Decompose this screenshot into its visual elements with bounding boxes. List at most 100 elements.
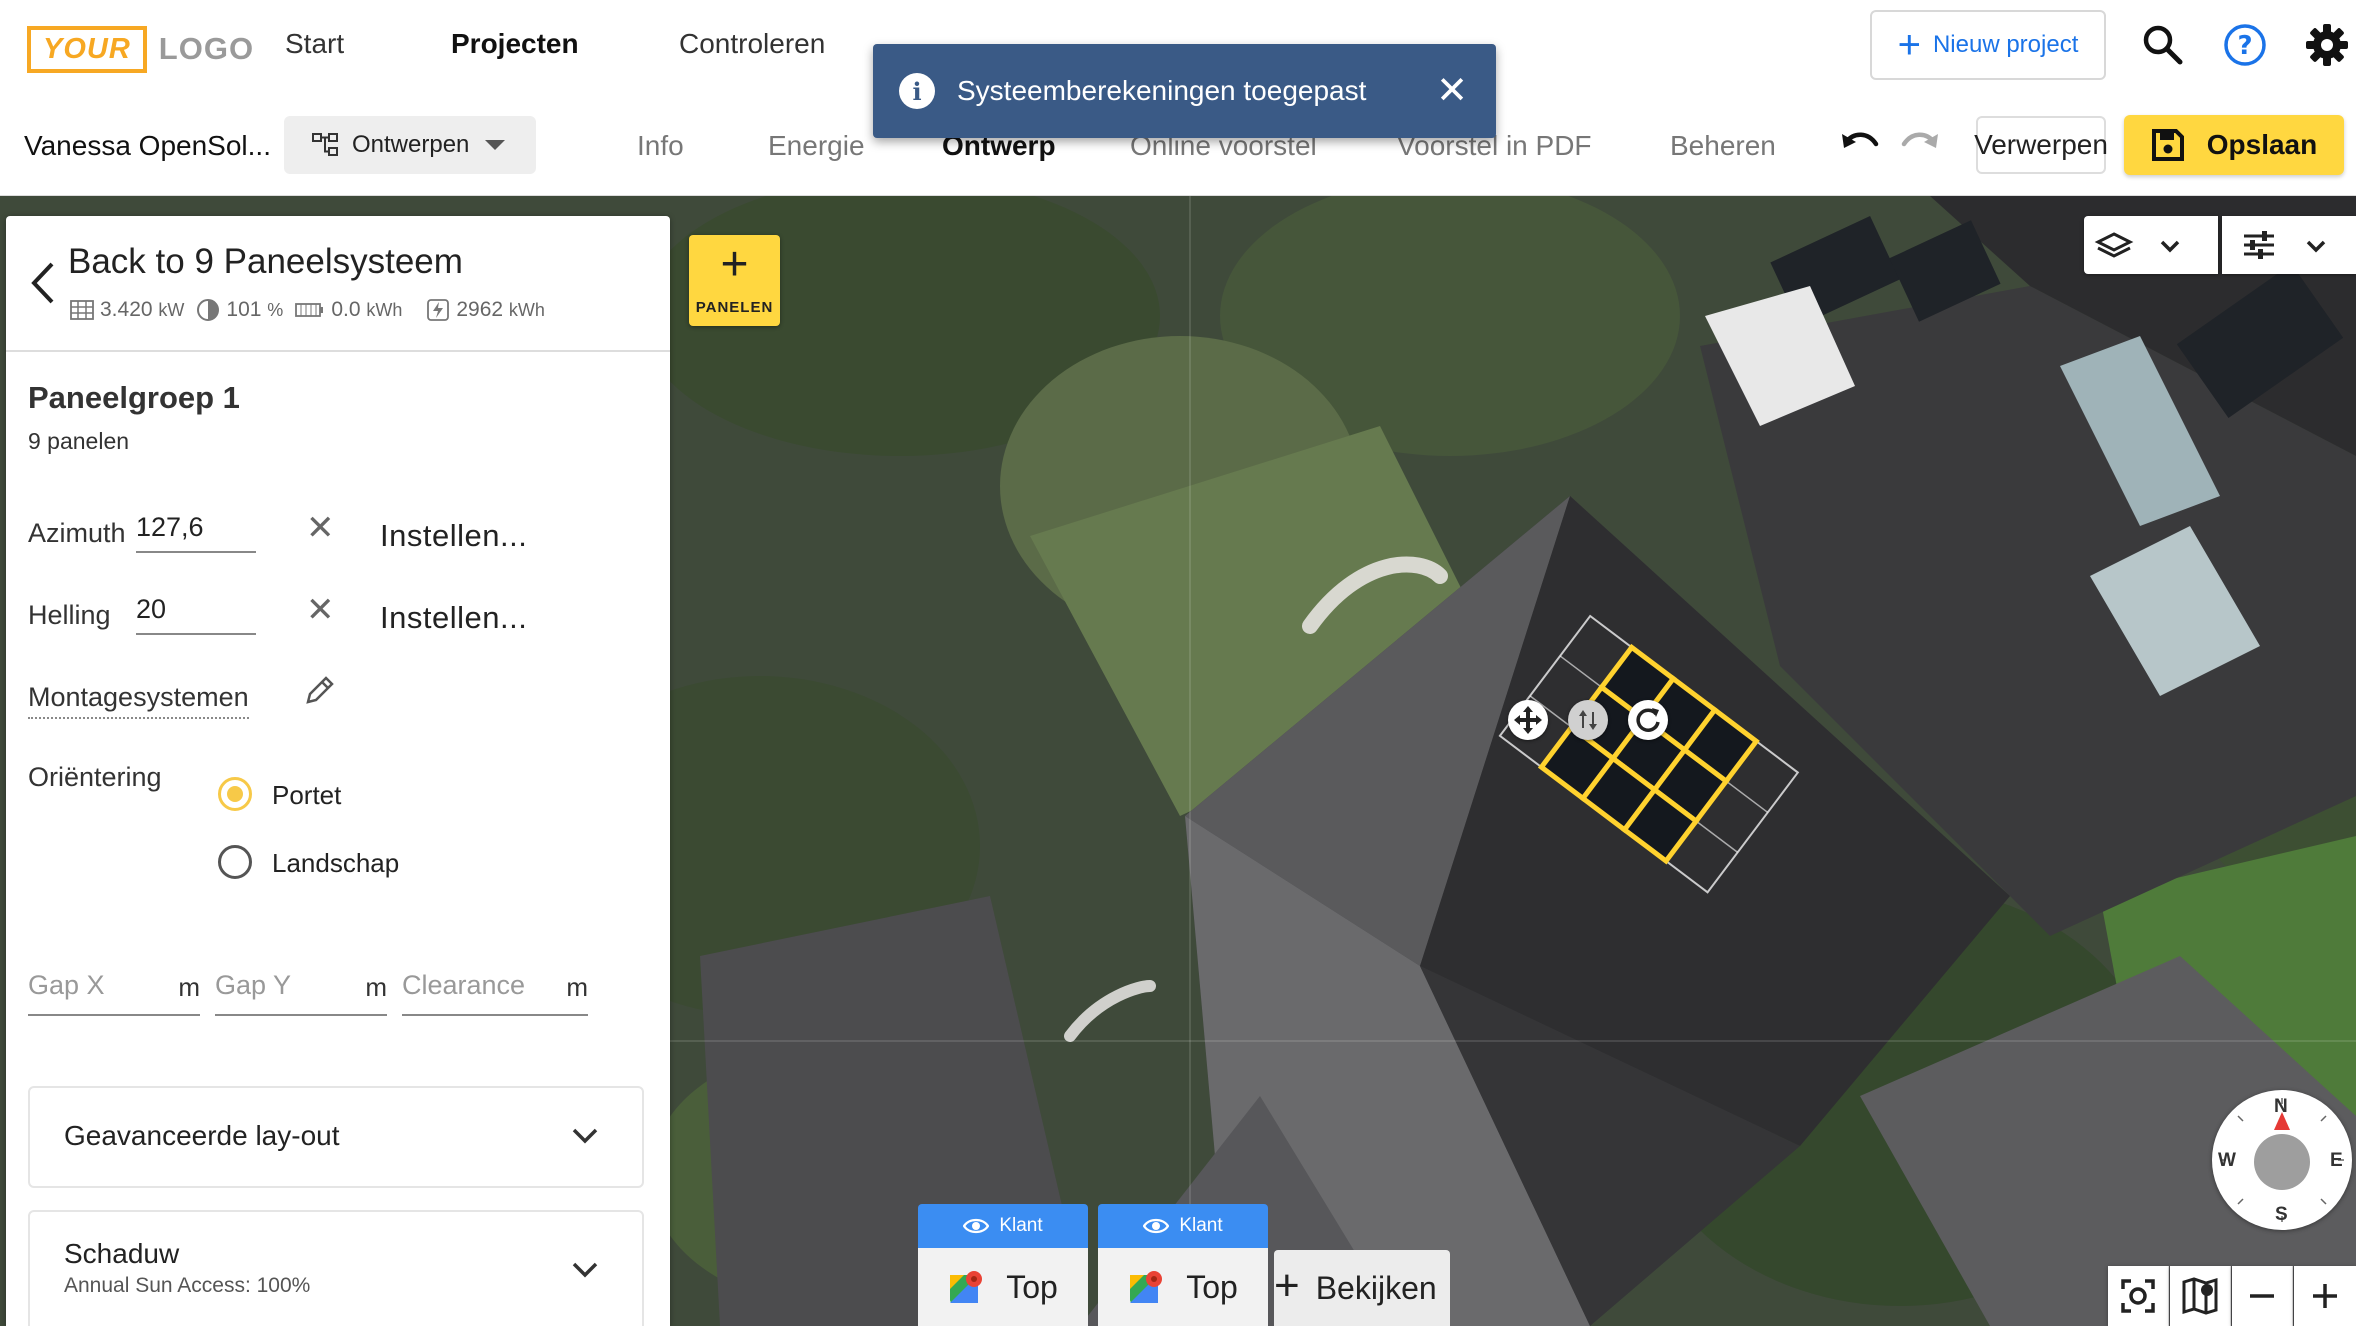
gap-y-placeholder: Gap Y bbox=[215, 970, 292, 1000]
new-project-label: Nieuw project bbox=[1932, 31, 2079, 58]
add-panels-label: PANELEN bbox=[695, 299, 774, 316]
search-icon[interactable] bbox=[2138, 20, 2188, 70]
advanced-layout-accordion[interactable]: Geavanceerde lay-out bbox=[28, 1086, 644, 1188]
floppy-disk-icon bbox=[2151, 129, 2184, 161]
radio-portrait-label[interactable]: Portet bbox=[272, 780, 341, 811]
panel-group-title: Paneelgroep 1 bbox=[28, 380, 240, 415]
rotate-handle[interactable] bbox=[1628, 700, 1668, 740]
minus-icon bbox=[2250, 1294, 2274, 1298]
tree-structure-icon bbox=[312, 133, 338, 156]
compass-south: S bbox=[2275, 1204, 2288, 1225]
add-panels-button[interactable]: + PANELEN bbox=[689, 235, 780, 326]
azimuth-input[interactable]: 127,6 bbox=[136, 512, 256, 553]
stat-power-value: 3.420 bbox=[100, 298, 153, 321]
sliders-icon bbox=[2244, 231, 2326, 259]
offset-pie-icon bbox=[197, 299, 220, 321]
azimuth-label: Azimuth bbox=[28, 518, 126, 548]
tilt-set-button[interactable]: Instellen... bbox=[380, 600, 527, 636]
panel-group-sidebar: Back to 9 Paneelsysteem 3.420 kW 101 % 0… bbox=[6, 216, 670, 1326]
tab-beheren[interactable]: Beheren bbox=[1670, 130, 1776, 162]
shade-accordion[interactable]: Schaduw Annual Sun Access: 100% bbox=[28, 1210, 644, 1326]
view-header-label: Klant bbox=[1179, 1215, 1223, 1236]
move-icon bbox=[1514, 706, 1542, 734]
close-icon[interactable]: ✕ bbox=[1436, 72, 1468, 110]
nav-projecten[interactable]: Projecten bbox=[451, 28, 579, 60]
zoom-out-button[interactable] bbox=[2232, 1266, 2293, 1326]
panel-count: 9 panelen bbox=[28, 428, 130, 454]
stat-power-unit: kW bbox=[158, 299, 185, 320]
toast-message: Systeemberekeningen toegepast bbox=[957, 75, 1367, 106]
gap-y-unit: m bbox=[365, 972, 387, 1002]
gear-icon[interactable] bbox=[2302, 20, 2352, 70]
help-icon[interactable]: ? bbox=[2220, 20, 2270, 70]
chevron-left-icon[interactable] bbox=[28, 260, 58, 306]
tab-info[interactable]: Info bbox=[637, 130, 684, 162]
view-label: Top bbox=[1006, 1268, 1058, 1305]
tilt-input[interactable]: 20 bbox=[136, 594, 256, 635]
layers-icon bbox=[2094, 232, 2180, 258]
shade-subtitle: Annual Sun Access: 100% bbox=[64, 1274, 311, 1297]
back-header[interactable]: Back to 9 Paneelsysteem 3.420 kW 101 % 0… bbox=[6, 216, 670, 352]
design-selector[interactable]: Ontwerpen bbox=[284, 116, 536, 174]
rotate-icon bbox=[1636, 708, 1660, 732]
view-header: Klant bbox=[918, 1204, 1088, 1248]
zoom-in-button[interactable] bbox=[2294, 1266, 2356, 1326]
move-handle[interactable] bbox=[1508, 700, 1548, 740]
pencil-icon[interactable] bbox=[302, 674, 336, 708]
plus-icon: + bbox=[1274, 1261, 1300, 1310]
logo-your: YOUR bbox=[27, 25, 147, 73]
add-view-button[interactable]: + Bekijken bbox=[1274, 1250, 1450, 1326]
resize-handle[interactable] bbox=[1568, 700, 1608, 740]
plus-icon: + bbox=[720, 238, 749, 291]
map-layers-icon bbox=[2182, 1277, 2218, 1315]
tab-energie[interactable]: Energie bbox=[768, 130, 865, 162]
settings-dropdown[interactable] bbox=[2222, 216, 2356, 274]
gap-y-input[interactable]: Gap Y m bbox=[215, 966, 387, 1016]
stat-energy-unit: kWh bbox=[508, 299, 545, 320]
gap-x-input[interactable]: Gap X m bbox=[28, 966, 200, 1016]
layers-dropdown[interactable] bbox=[2084, 216, 2218, 274]
view-button-1[interactable]: Klant Top bbox=[918, 1204, 1088, 1326]
advanced-layout-title: Geavanceerde lay-out bbox=[64, 1120, 340, 1151]
undo-icon[interactable] bbox=[1838, 126, 1882, 166]
map-type-button[interactable] bbox=[2170, 1266, 2231, 1326]
energy-bolt-icon bbox=[427, 299, 450, 321]
plus-icon bbox=[2313, 1284, 2337, 1308]
shade-title: Schaduw bbox=[64, 1238, 180, 1269]
logo[interactable]: YOUR LOGO bbox=[27, 25, 254, 73]
discard-button[interactable]: Verwerpen bbox=[1974, 116, 2108, 174]
new-project-button[interactable]: + Nieuw project bbox=[1870, 10, 2106, 80]
compass-north: N bbox=[2274, 1096, 2288, 1117]
tilt-clear-icon[interactable]: ✕ bbox=[306, 590, 335, 630]
radio-landscape[interactable] bbox=[218, 845, 252, 879]
stat-battery-value: 0.0 bbox=[331, 298, 361, 321]
gap-x-placeholder: Gap X bbox=[28, 970, 105, 1000]
save-button[interactable]: Opslaan bbox=[2124, 115, 2344, 175]
svg-text:?: ? bbox=[2237, 31, 2252, 61]
compass-west: W bbox=[2218, 1150, 2236, 1171]
back-title[interactable]: Back to 9 Paneelsysteem bbox=[68, 242, 463, 282]
view-button-2[interactable]: Klant Top bbox=[1098, 1204, 1268, 1326]
clearance-placeholder: Clearance bbox=[402, 970, 526, 1000]
stat-energy-value: 2962 bbox=[456, 298, 504, 321]
chevron-down-icon bbox=[485, 140, 506, 150]
azimuth-clear-icon[interactable]: ✕ bbox=[306, 508, 335, 548]
nav-controleren[interactable]: Controleren bbox=[679, 28, 825, 60]
view-body: Top bbox=[918, 1248, 1088, 1326]
screenshot-button[interactable] bbox=[2108, 1266, 2169, 1326]
nav-start[interactable]: Start bbox=[285, 28, 344, 60]
clearance-unit: m bbox=[566, 972, 588, 1002]
clearance-input[interactable]: Clearance m bbox=[402, 966, 588, 1016]
mounting-systems-link[interactable]: Montagesystemen bbox=[28, 682, 249, 719]
radio-portrait[interactable] bbox=[218, 777, 252, 811]
redo-icon[interactable] bbox=[1898, 126, 1942, 166]
radio-landscape-label[interactable]: Landschap bbox=[272, 848, 399, 879]
tilt-label: Helling bbox=[28, 600, 111, 630]
swap-vertical-icon bbox=[1579, 710, 1597, 730]
eye-icon bbox=[963, 1218, 990, 1234]
azimuth-set-button[interactable]: Instellen... bbox=[380, 518, 527, 554]
stat-battery-unit: kWh bbox=[366, 299, 403, 320]
maps-pin-icon bbox=[1130, 1271, 1163, 1303]
project-name: Vanessa OpenSol... bbox=[24, 130, 271, 161]
compass[interactable]: N E S W bbox=[2212, 1090, 2352, 1230]
